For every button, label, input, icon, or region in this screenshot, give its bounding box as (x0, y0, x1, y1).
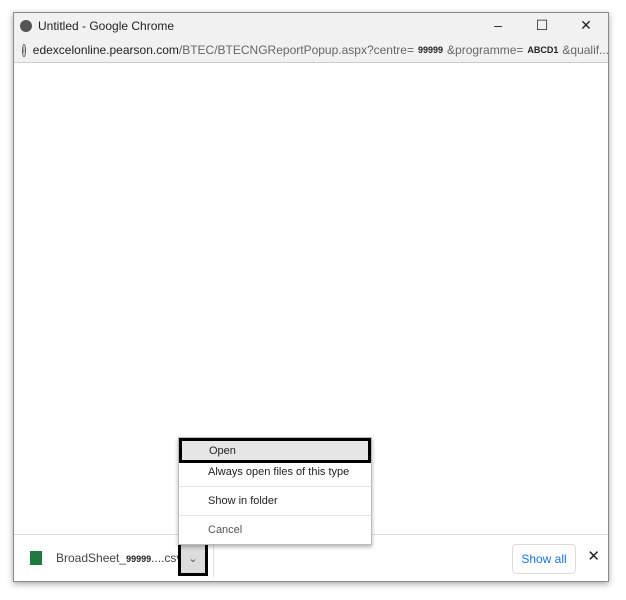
menu-item-cancel[interactable]: Cancel (179, 522, 371, 538)
url-centre: 99999 (417, 45, 444, 55)
menu-item-open[interactable]: Open (179, 438, 371, 463)
menu-item-always-open[interactable]: Always open files of this type (179, 464, 371, 480)
menu-item-show-in-folder[interactable]: Show in folder (179, 493, 371, 509)
minimize-button[interactable]: – (476, 13, 520, 38)
url-rest: &qualif... (562, 43, 608, 57)
download-filename: BroadSheet_99999....csv (56, 551, 182, 565)
url-programme: ABCD1 (527, 45, 559, 55)
info-icon[interactable]: i (22, 43, 26, 57)
menu-divider (179, 486, 371, 487)
globe-icon (20, 19, 32, 32)
excel-file-icon (30, 551, 42, 565)
close-window-button[interactable]: ✕ (564, 13, 608, 38)
url-programme-label: &programme= (447, 43, 524, 57)
download-context-menu: Open Always open files of this type Show… (178, 437, 372, 545)
url-host: edexcelonline.pearson.com (32, 43, 179, 57)
url-path: /BTEC/BTECNGReportPopup.aspx?centre= (178, 43, 414, 57)
filename-prefix: BroadSheet_ (56, 551, 127, 565)
address-bar[interactable]: i edexcelonline.pearson.com/BTEC/BTECNGR… (14, 38, 608, 63)
filename-id: 99999 (126, 554, 152, 564)
download-item[interactable]: BroadSheet_99999....csv (30, 551, 182, 565)
title-bar: Untitled - Google Chrome – ☐ ✕ (14, 13, 608, 38)
show-all-button[interactable]: Show all (512, 544, 576, 574)
download-options-button[interactable]: ⌄ (178, 542, 208, 576)
close-download-bar-button[interactable]: ✕ (587, 547, 600, 565)
window-title: Untitled - Google Chrome (38, 18, 175, 33)
menu-divider (179, 515, 371, 516)
maximize-button[interactable]: ☐ (520, 13, 564, 38)
